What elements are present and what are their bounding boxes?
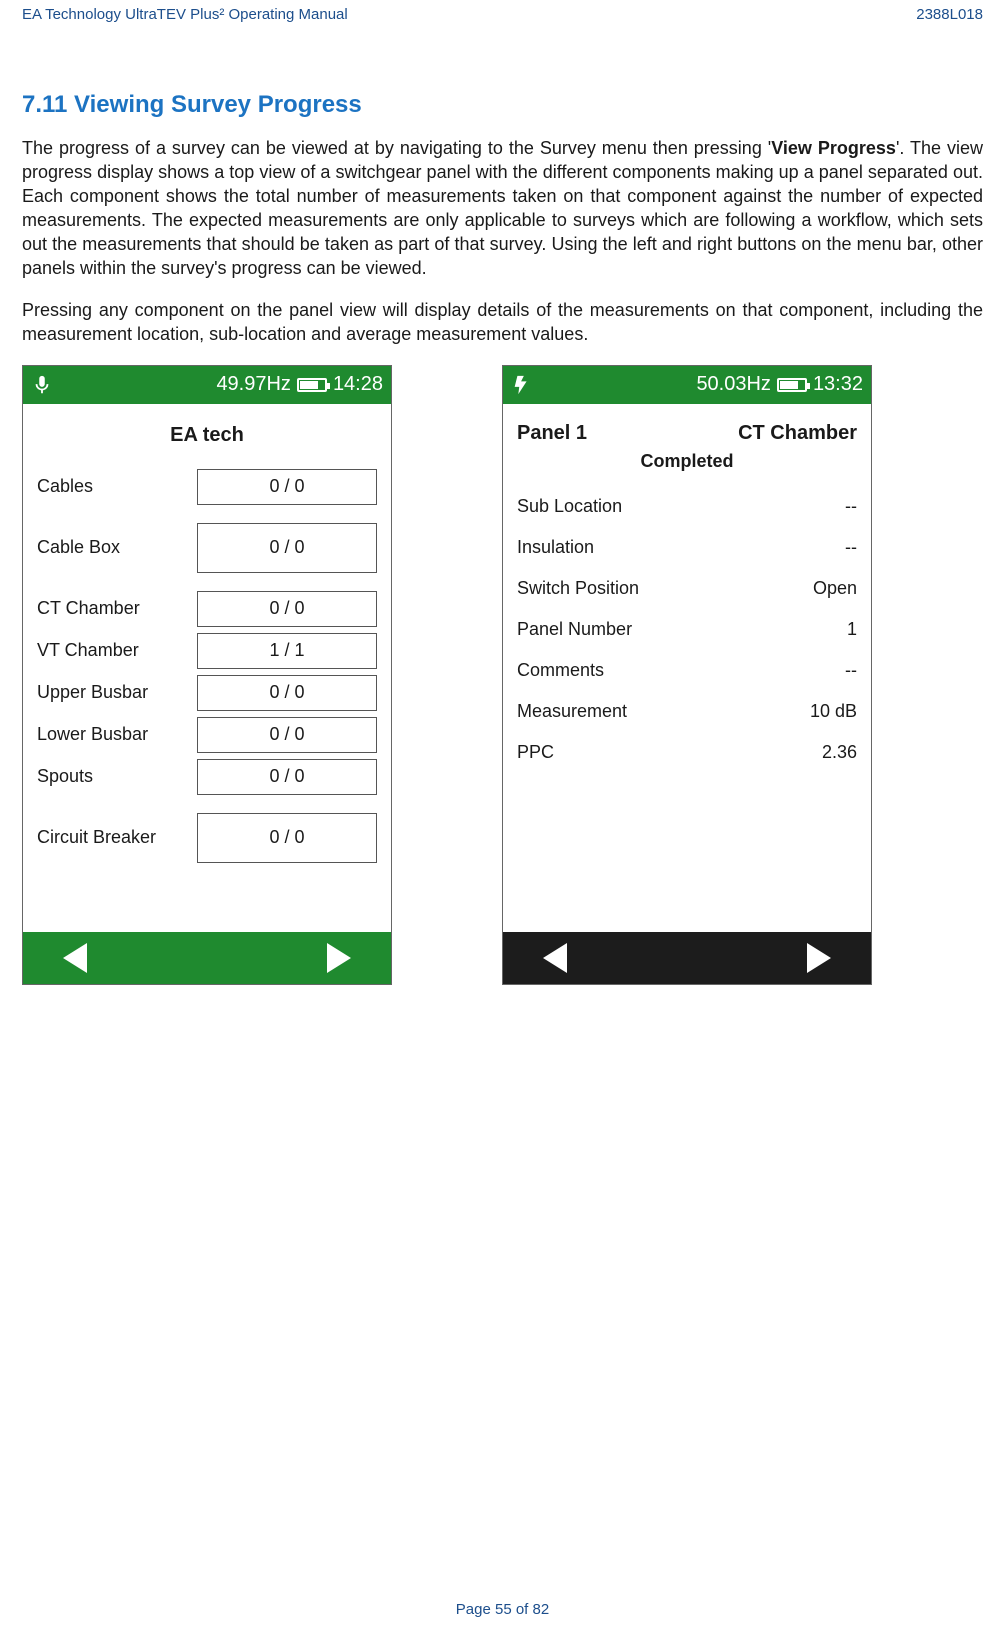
doc-header-right: 2388L018 xyxy=(916,6,983,23)
doc-header-left: EA Technology UltraTEV Plus² Operating M… xyxy=(22,6,348,23)
value-measurement: 10 dB xyxy=(810,701,857,722)
p1-a: The progress of a survey can be viewed a… xyxy=(22,138,771,158)
panel-title: EA tech xyxy=(37,424,377,447)
label-insulation: Insulation xyxy=(517,537,594,558)
value-switch-position: Open xyxy=(813,578,857,599)
label-ppc: PPC xyxy=(517,742,554,763)
box-vt-chamber[interactable]: 1 / 1 xyxy=(197,633,377,669)
box-ct-chamber[interactable]: 0 / 0 xyxy=(197,591,377,627)
row-lower-busbar: Lower Busbar 0 / 0 xyxy=(37,717,377,753)
label-measurement: Measurement xyxy=(517,701,627,722)
battery-icon xyxy=(297,378,327,392)
battery-icon xyxy=(777,378,807,392)
label-ct-chamber: CT Chamber xyxy=(37,598,197,619)
p1-b: '. The view progress display shows a top… xyxy=(22,138,983,278)
p1-bold: View Progress xyxy=(771,138,896,158)
row-cables: Cables 0 / 0 xyxy=(37,469,377,505)
row-comments: Comments -- xyxy=(517,660,857,681)
box-upper-busbar[interactable]: 0 / 0 xyxy=(197,675,377,711)
value-insulation: -- xyxy=(845,537,857,558)
status-hz: 49.97Hz xyxy=(216,373,291,396)
panel-progress-body: EA tech Cables 0 / 0 Cable Box 0 / 0 CT … xyxy=(23,404,391,932)
status-time: 13:32 xyxy=(813,373,863,396)
nav-bar xyxy=(23,932,391,984)
label-cable-box: Cable Box xyxy=(37,537,197,558)
status-bar: 49.97Hz 14:28 xyxy=(23,366,391,404)
status-label: Completed xyxy=(517,451,857,472)
screenshots-row: 49.97Hz 14:28 EA tech Cables 0 / 0 Cable… xyxy=(22,365,983,985)
doc-header: EA Technology UltraTEV Plus² Operating M… xyxy=(22,0,983,23)
component-detail-body: Panel 1 CT Chamber Completed Sub Locatio… xyxy=(503,404,871,932)
page-footer: Page 55 of 82 xyxy=(0,1601,1005,1618)
row-insulation: Insulation -- xyxy=(517,537,857,558)
nav-prev-icon[interactable] xyxy=(63,943,87,973)
label-panel-number: Panel Number xyxy=(517,619,632,640)
bolt-icon xyxy=(511,372,533,398)
component-detail-screen: 50.03Hz 13:32 Panel 1 CT Chamber Complet… xyxy=(502,365,872,985)
label-circuit-breaker: Circuit Breaker xyxy=(37,827,197,848)
mic-icon xyxy=(31,372,53,398)
value-comments: -- xyxy=(845,660,857,681)
row-circuit-breaker: Circuit Breaker 0 / 0 xyxy=(37,813,377,863)
nav-prev-icon[interactable] xyxy=(543,943,567,973)
box-spouts[interactable]: 0 / 0 xyxy=(197,759,377,795)
row-ct-chamber: CT Chamber 0 / 0 xyxy=(37,591,377,627)
label-vt-chamber: VT Chamber xyxy=(37,640,197,661)
row-panel-number: Panel Number 1 xyxy=(517,619,857,640)
panel-name: Panel 1 xyxy=(517,422,587,445)
status-hz: 50.03Hz xyxy=(696,373,771,396)
status-time: 14:28 xyxy=(333,373,383,396)
box-circuit-breaker[interactable]: 0 / 0 xyxy=(197,813,377,863)
paragraph-2: Pressing any component on the panel view… xyxy=(22,299,983,347)
box-cables[interactable]: 0 / 0 xyxy=(197,469,377,505)
status-bar: 50.03Hz 13:32 xyxy=(503,366,871,404)
row-sub-location: Sub Location -- xyxy=(517,496,857,517)
label-comments: Comments xyxy=(517,660,604,681)
row-ppc: PPC 2.36 xyxy=(517,742,857,763)
box-cable-box[interactable]: 0 / 0 xyxy=(197,523,377,573)
box-lower-busbar[interactable]: 0 / 0 xyxy=(197,717,377,753)
label-switch-position: Switch Position xyxy=(517,578,639,599)
label-sub-location: Sub Location xyxy=(517,496,622,517)
label-spouts: Spouts xyxy=(37,766,197,787)
detail-header: Panel 1 CT Chamber xyxy=(517,422,857,445)
label-cables: Cables xyxy=(37,476,197,497)
value-sub-location: -- xyxy=(845,496,857,517)
paragraph-1: The progress of a survey can be viewed a… xyxy=(22,137,983,281)
panel-progress-screen: 49.97Hz 14:28 EA tech Cables 0 / 0 Cable… xyxy=(22,365,392,985)
row-vt-chamber: VT Chamber 1 / 1 xyxy=(37,633,377,669)
nav-bar xyxy=(503,932,871,984)
section-title: 7.11 Viewing Survey Progress xyxy=(22,91,983,119)
nav-next-icon[interactable] xyxy=(807,943,831,973)
nav-next-icon[interactable] xyxy=(327,943,351,973)
row-cable-box: Cable Box 0 / 0 xyxy=(37,523,377,573)
label-lower-busbar: Lower Busbar xyxy=(37,724,197,745)
row-measurement: Measurement 10 dB xyxy=(517,701,857,722)
value-panel-number: 1 xyxy=(847,619,857,640)
component-name: CT Chamber xyxy=(738,422,857,445)
label-upper-busbar: Upper Busbar xyxy=(37,682,197,703)
value-ppc: 2.36 xyxy=(822,742,857,763)
row-upper-busbar: Upper Busbar 0 / 0 xyxy=(37,675,377,711)
row-switch-position: Switch Position Open xyxy=(517,578,857,599)
row-spouts: Spouts 0 / 0 xyxy=(37,759,377,795)
